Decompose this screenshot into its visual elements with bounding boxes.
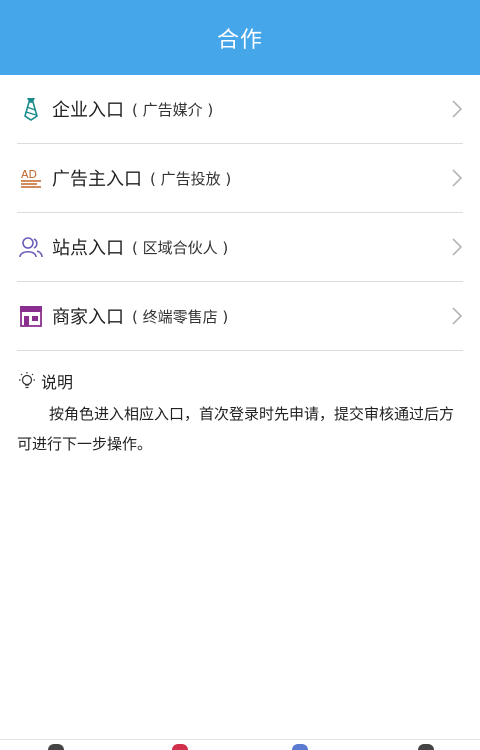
store-icon bbox=[19, 304, 43, 328]
instructions-title: 说明 bbox=[41, 373, 74, 392]
lightbulb-icon bbox=[17, 371, 37, 391]
entry-subtitle: ( 区域合伙人 ) bbox=[132, 238, 229, 257]
page-title: 合作 bbox=[216, 27, 263, 53]
chevron-right-icon bbox=[451, 306, 463, 326]
tab-gift-icon[interactable] bbox=[172, 744, 188, 750]
tab-profile-icon[interactable] bbox=[418, 744, 434, 750]
tab-discover-icon[interactable] bbox=[292, 744, 308, 750]
bottom-tab-bar[interactable] bbox=[0, 739, 480, 750]
site-entry[interactable]: 站点入口 ( 区域合伙人 ) bbox=[17, 213, 463, 282]
instructions-text: 按角色进入相应入口，首次登录时先申请，提交审核通过后方可进行下一步操作。 bbox=[17, 405, 455, 453]
entry-title: 站点入口 bbox=[52, 238, 124, 259]
instructions-section: 说明 按角色进入相应入口，首次登录时先申请，提交审核通过后方可进行下一步操作。 bbox=[0, 351, 480, 459]
entry-subtitle: ( 广告投放 ) bbox=[150, 169, 232, 188]
entry-subtitle: ( 终端零售店 ) bbox=[132, 307, 229, 326]
enterprise-entry[interactable]: 企业入口 ( 广告媒介 ) bbox=[17, 75, 463, 144]
advertiser-entry[interactable]: AD 广告主入口 ( 广告投放 ) bbox=[17, 144, 463, 213]
instructions-header: 说明 bbox=[17, 369, 463, 393]
chevron-right-icon bbox=[451, 99, 463, 119]
chevron-right-icon bbox=[451, 237, 463, 257]
entry-title: 商家入口 bbox=[52, 307, 124, 328]
tie-icon bbox=[19, 97, 43, 121]
merchant-entry[interactable]: 商家入口 ( 终端零售店 ) bbox=[17, 282, 463, 351]
ad-icon: AD bbox=[19, 166, 43, 190]
entry-subtitle: ( 广告媒介 ) bbox=[132, 100, 214, 119]
entry-title: 企业入口 bbox=[52, 100, 124, 121]
entry-title: 广告主入口 bbox=[52, 169, 142, 190]
people-icon bbox=[19, 235, 43, 259]
top-bar: 合作 bbox=[0, 0, 480, 75]
svg-text:AD: AD bbox=[21, 168, 37, 181]
tab-home-icon[interactable] bbox=[48, 744, 64, 750]
entry-list: 企业入口 ( 广告媒介 ) AD 广告主入口 ( 广告投放 ) 站点入口 ( 区 bbox=[17, 75, 463, 351]
chevron-right-icon bbox=[451, 168, 463, 188]
